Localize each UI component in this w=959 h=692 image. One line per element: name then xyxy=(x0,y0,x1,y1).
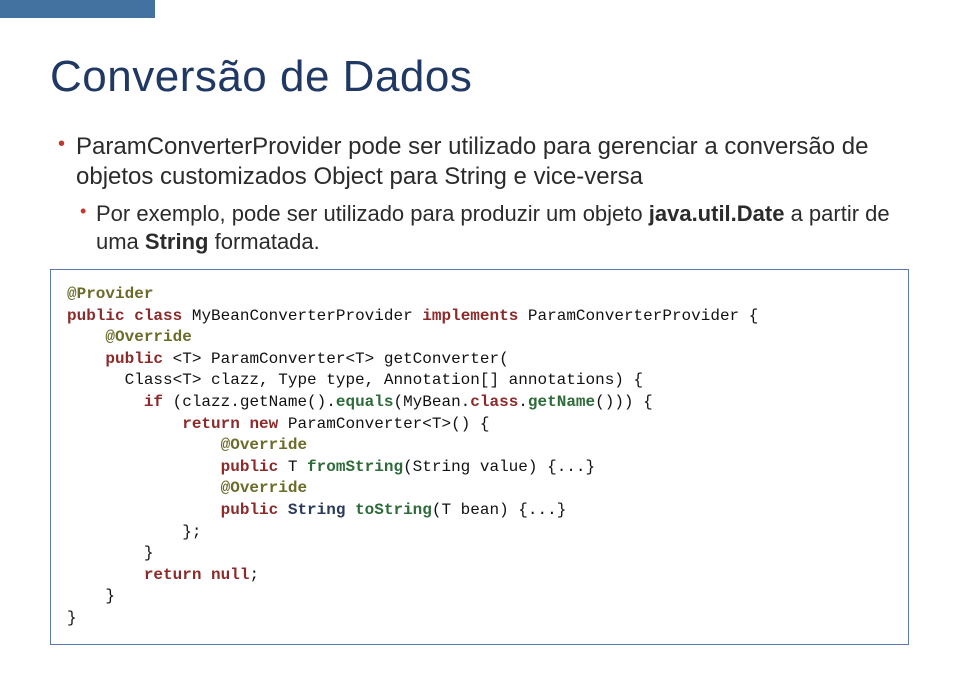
cond-b: (MyBean. xyxy=(393,393,470,411)
to-b: (T bean) {...} xyxy=(432,501,566,519)
kw-public4: public xyxy=(221,501,279,519)
kw-getname: getName xyxy=(528,393,595,411)
bullet-2-part1: Por exemplo, pode ser utilizado para pro… xyxy=(96,201,649,226)
bullet-1: ParamConverterProvider pode ser utilizad… xyxy=(56,132,909,192)
kw-return2: return xyxy=(144,566,202,584)
bullet-2-part3: formatada. xyxy=(208,229,319,254)
kw-fromstring: fromString xyxy=(307,458,403,476)
semi: ; xyxy=(249,566,259,584)
cond-a: (clazz.getName(). xyxy=(173,393,336,411)
kw-return: return xyxy=(182,415,240,433)
accent-bar xyxy=(0,0,155,18)
kw-public: public xyxy=(67,307,125,325)
bullet-2: Por exemplo, pode ser utilizado para pro… xyxy=(56,200,909,255)
kw-new: new xyxy=(249,415,278,433)
kw-null: null xyxy=(211,566,249,584)
params: Class<T> clazz, Type type, Annotation[] … xyxy=(125,371,643,389)
kw-override1: @Override xyxy=(105,328,191,346)
code-block: @Provider public class MyBeanConverterPr… xyxy=(50,269,909,645)
close-method: } xyxy=(105,587,115,605)
slide-title: Conversão de Dados xyxy=(50,52,909,102)
method-sig: <T> ParamConverter<T> getConverter( xyxy=(173,350,509,368)
kw-implements: implements xyxy=(422,307,518,325)
close-class: } xyxy=(67,609,77,627)
kw-if: if xyxy=(144,393,163,411)
kw-tostring: toString xyxy=(355,501,432,519)
bullet-list: ParamConverterProvider pode ser utilizad… xyxy=(56,132,909,255)
close-anon: }; xyxy=(182,523,201,541)
kw-class2: class xyxy=(470,393,518,411)
class-name: MyBeanConverterProvider xyxy=(192,307,413,325)
kw-public3: public xyxy=(221,458,279,476)
kw-annotation: @Provider xyxy=(67,285,153,303)
kw-string: String xyxy=(288,501,346,519)
kw-equals: equals xyxy=(336,393,394,411)
from-b: (String value) {...} xyxy=(403,458,595,476)
cond-c: . xyxy=(518,393,528,411)
from-a: T xyxy=(288,458,307,476)
iface-name: ParamConverterProvider { xyxy=(528,307,758,325)
kw-class: class xyxy=(134,307,182,325)
anon: ParamConverter<T>() { xyxy=(288,415,490,433)
close-if: } xyxy=(144,544,154,562)
kw-override3: @Override xyxy=(221,479,307,497)
cond-d: ())) { xyxy=(595,393,653,411)
kw-override2: @Override xyxy=(221,436,307,454)
bullet-2-bold2: String xyxy=(145,229,209,254)
bullet-2-bold1: java.util.Date xyxy=(649,201,785,226)
kw-public2: public xyxy=(105,350,163,368)
